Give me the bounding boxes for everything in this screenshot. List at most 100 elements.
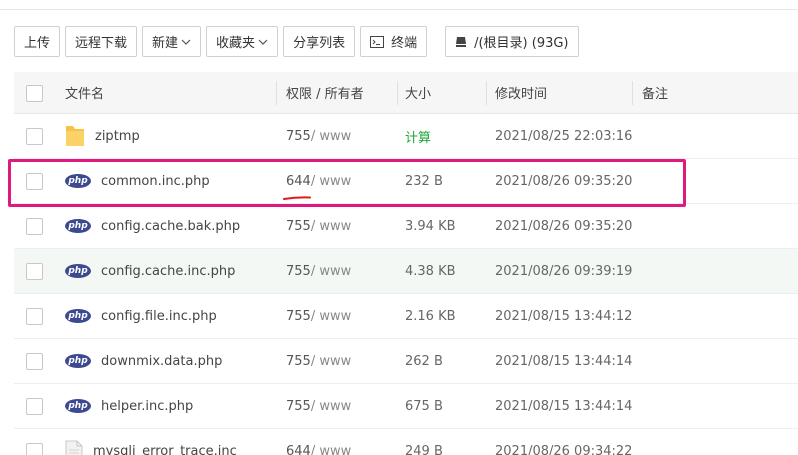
remote-download-button[interactable]: 远程下载: [65, 26, 138, 57]
terminal-icon: [370, 35, 385, 48]
owner-value: / www: [310, 443, 352, 455]
file-icon: [65, 440, 83, 455]
column-divider[interactable]: [397, 81, 398, 105]
file-size: 2.16 KB: [405, 308, 456, 324]
row-checkbox[interactable]: [26, 353, 43, 370]
row-checkbox[interactable]: [26, 173, 43, 190]
table-row[interactable]: php config.cache.inc.php 755 / www 4.38 …: [14, 249, 798, 294]
file-name[interactable]: common.inc.php: [101, 174, 210, 189]
modified-time: 2021/08/15 13:44:14: [495, 353, 633, 369]
share-list-button[interactable]: 分享列表: [283, 26, 356, 57]
table-row[interactable]: php config.cache.bak.php 755 / www 3.94 …: [14, 204, 798, 249]
modified-time: 2021/08/25 22:03:16: [495, 128, 633, 144]
perm-value: 755: [286, 308, 311, 324]
table-row[interactable]: ziptmp 755 / www 计算 2021/08/25 22:03:16: [14, 114, 798, 159]
row-checkbox[interactable]: [26, 308, 43, 325]
row-checkbox[interactable]: [26, 443, 43, 455]
modified-time: 2021/08/26 09:35:20: [495, 218, 633, 234]
table-row[interactable]: php common.inc.php 644 / www 232 B 2021/…: [14, 159, 798, 204]
file-name[interactable]: helper.inc.php: [101, 399, 193, 414]
perm-value: 644: [286, 173, 311, 189]
file-size: 249 B: [405, 443, 443, 455]
table-header: 文件名 权限 / 所有者 大小 修改时间 备注: [14, 72, 798, 114]
favorites-label: 收藏夹: [216, 36, 256, 51]
row-checkbox[interactable]: [26, 218, 43, 235]
new-button[interactable]: 新建: [142, 26, 202, 57]
top-divider: [0, 0, 798, 10]
php-file-icon: php: [65, 399, 91, 413]
folder-icon: [66, 126, 84, 146]
remote-download-label: 远程下载: [75, 36, 128, 51]
php-file-icon: php: [65, 354, 91, 368]
file-size: 3.94 KB: [405, 218, 456, 234]
table-row[interactable]: php helper.inc.php 755 / www 675 B 2021/…: [14, 384, 798, 429]
perm-cell[interactable]: 755 / www: [286, 204, 351, 248]
table-row[interactable]: mysqli_error_trace.inc 644 / www 249 B 2…: [14, 429, 798, 455]
file-name[interactable]: downmix.data.php: [101, 354, 222, 369]
owner-value: / www: [310, 263, 352, 279]
upload-label: 上传: [24, 36, 51, 51]
favorites-button[interactable]: 收藏夹: [206, 26, 279, 57]
file-name[interactable]: ziptmp: [95, 129, 140, 144]
modified-time: 2021/08/26 09:34:22: [495, 443, 633, 455]
path-label: /(根目录) (93G): [474, 36, 569, 51]
modified-time: 2021/08/26 09:35:20: [495, 173, 633, 189]
owner-value: / www: [310, 218, 352, 234]
column-divider[interactable]: [486, 81, 487, 105]
perm-cell[interactable]: 755 / www: [286, 249, 351, 293]
select-all-checkbox[interactable]: [26, 84, 43, 102]
perm-value: 755: [286, 398, 311, 414]
file-size: 262 B: [405, 353, 443, 369]
modified-time: 2021/08/15 13:44:14: [495, 398, 633, 414]
share-list-label: 分享列表: [293, 36, 346, 51]
chevron-down-icon: [181, 39, 191, 45]
header-time[interactable]: 修改时间: [495, 72, 547, 113]
column-divider[interactable]: [276, 81, 277, 105]
column-divider[interactable]: [632, 81, 633, 105]
calculate-size-link[interactable]: 计算: [405, 114, 431, 158]
file-name[interactable]: config.cache.inc.php: [101, 264, 235, 279]
file-size: 232 B: [405, 173, 443, 189]
perm-value: 755: [286, 128, 311, 144]
header-size[interactable]: 大小: [405, 72, 431, 113]
row-checkbox[interactable]: [26, 263, 43, 280]
perm-cell[interactable]: 755 / www: [286, 384, 351, 428]
perm-cell[interactable]: 755 / www: [286, 114, 351, 158]
modified-time: 2021/08/15 13:44:12: [495, 308, 633, 324]
file-size: 675 B: [405, 398, 443, 414]
perm-cell[interactable]: 644 / www: [286, 429, 351, 455]
upload-button[interactable]: 上传: [14, 26, 61, 57]
owner-value: / www: [310, 308, 352, 324]
perm-value: 644: [286, 443, 311, 455]
file-name[interactable]: config.file.inc.php: [101, 309, 217, 324]
new-label: 新建: [152, 36, 179, 51]
modified-time: 2021/08/26 09:39:19: [495, 263, 633, 279]
header-perm[interactable]: 权限 / 所有者: [286, 72, 364, 113]
disk-icon: [456, 36, 467, 47]
php-file-icon: php: [65, 309, 91, 323]
perm-cell[interactable]: 755 / www: [286, 339, 351, 383]
perm-cell[interactable]: 755 / www: [286, 294, 351, 338]
perm-value: 755: [286, 218, 311, 234]
perm-value: 755: [286, 353, 311, 369]
php-file-icon: php: [65, 264, 91, 278]
owner-value: / www: [310, 353, 352, 369]
owner-value: / www: [310, 173, 352, 189]
file-name[interactable]: config.cache.bak.php: [101, 219, 240, 234]
header-note: 备注: [642, 87, 669, 102]
table-row[interactable]: php downmix.data.php 755 / www 262 B 202…: [14, 339, 798, 384]
row-checkbox[interactable]: [26, 398, 43, 415]
terminal-label: 终端: [391, 36, 418, 51]
path-button[interactable]: /(根目录) (93G): [445, 26, 579, 57]
terminal-button[interactable]: 终端: [360, 26, 428, 57]
php-file-icon: php: [65, 219, 91, 233]
table-row[interactable]: php config.file.inc.php 755 / www 2.16 K…: [14, 294, 798, 339]
row-checkbox[interactable]: [26, 128, 43, 145]
red-underline-annotation: [283, 196, 311, 200]
php-file-icon: php: [65, 174, 91, 188]
owner-value: / www: [310, 398, 352, 414]
file-name[interactable]: mysqli_error_trace.inc: [93, 444, 237, 455]
file-size: 4.38 KB: [405, 263, 456, 279]
owner-value: / www: [310, 128, 352, 144]
header-name[interactable]: 文件名: [65, 72, 104, 113]
